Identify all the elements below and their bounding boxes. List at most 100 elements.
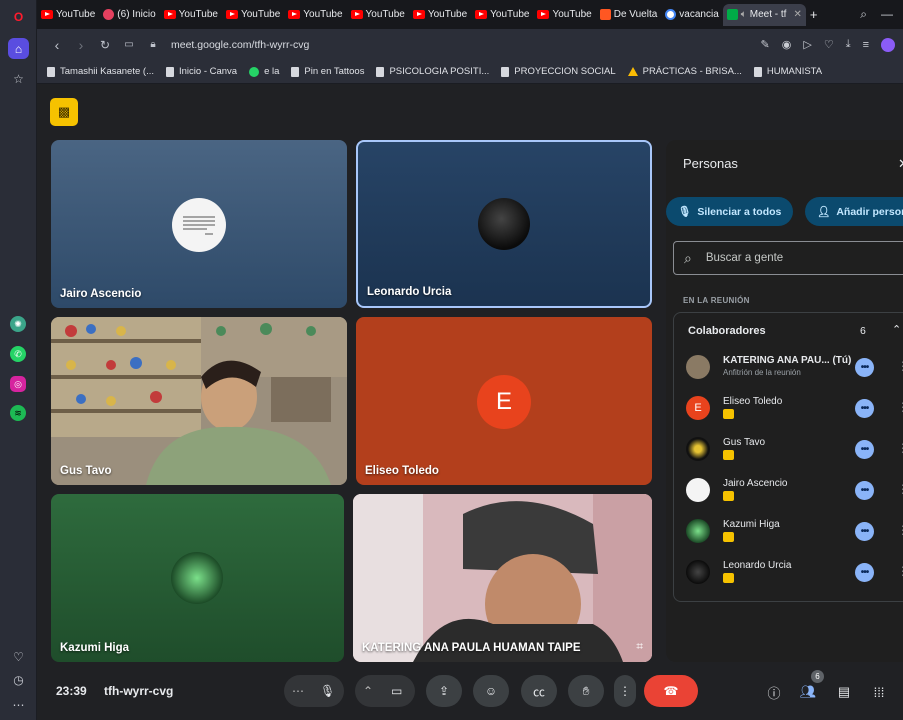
tab-youtube[interactable]: YouTube	[222, 4, 284, 26]
bookmark[interactable]: Pin en Tattoos	[291, 66, 364, 77]
search-tabs-icon[interactable]: ⌕	[860, 7, 867, 22]
participant-tile[interactable]: Jairo Ascencio	[51, 140, 347, 308]
self-video-tile[interactable]: KATERING ANA PAULA HUAMAN TAIPE ⌗	[353, 494, 652, 662]
present-button[interactable]: ⇪	[426, 675, 462, 707]
address-bar: ‹ › ↻ ▭ 🔒︎ meet.google.com/tfh-wyrr-cvg …	[37, 29, 903, 60]
more-audio-icon[interactable]: ⋯	[292, 684, 304, 698]
meet-controls-bar: 23:39 tfh-wyrr-cvg ⋯ 🎙︎ ⌃ ▭ ⇪ ☺ ㏄ ✋︎ ⋮ ☎…	[37, 668, 903, 720]
crop-icon[interactable]: ⌗	[636, 639, 643, 654]
tab-youtube[interactable]: YouTube	[284, 4, 346, 26]
youtube-icon	[288, 10, 301, 19]
chevron-up-icon[interactable]: ⌃	[363, 684, 373, 698]
participant-name: Gus Tavo	[60, 465, 112, 477]
captions-button[interactable]: ㏄	[521, 675, 557, 707]
meeting-info-icon[interactable]: ⓘ	[764, 682, 784, 702]
reload-icon[interactable]: ↻	[93, 38, 117, 52]
profile-avatar[interactable]	[881, 37, 895, 52]
chat-icon[interactable]: ▤	[834, 682, 854, 702]
history-icon[interactable]: ◷	[8, 669, 29, 690]
people-count-badge: 6	[811, 670, 824, 683]
camera-off-icon[interactable]: ▩	[50, 98, 78, 126]
more-options-button[interactable]: ⋮	[614, 675, 636, 707]
bookmark[interactable]: PRÁCTICAS - BRISA...	[627, 66, 742, 77]
url-field[interactable]: meet.google.com/tfh-wyrr-cvg	[171, 39, 309, 51]
group-count: 6	[860, 325, 866, 337]
tab-youtube[interactable]: YouTube	[471, 4, 533, 26]
home-icon[interactable]: ⌂	[8, 38, 29, 59]
camera-icon[interactable]: ▭	[391, 684, 402, 698]
end-call-button[interactable]: ☎︎	[644, 675, 698, 707]
tab-youtube[interactable]: YouTube	[160, 4, 222, 26]
close-tab-icon[interactable]: ✕	[793, 9, 801, 20]
participant-avatar	[686, 478, 710, 502]
opera-logo-icon[interactable]: O	[8, 6, 29, 27]
star-icon[interactable]: ☆	[8, 68, 29, 89]
menu-icon[interactable]: ≡	[863, 39, 869, 51]
tab-meet[interactable]: 🔈︎ Meet - tf ✕	[722, 3, 806, 26]
participant-tile[interactable]: Kazumi Higa	[51, 494, 344, 662]
chatgpt-icon[interactable]: ✺	[10, 316, 26, 332]
close-panel-icon[interactable]: ✕	[898, 156, 903, 172]
snapshot-icon[interactable]: ◉	[782, 38, 792, 51]
chevron-up-icon[interactable]: ⌃	[892, 323, 901, 336]
google-icon	[665, 9, 677, 20]
kebab-menu-icon[interactable]: ⋮	[897, 523, 903, 537]
panel-title: Personas	[683, 156, 738, 171]
bookmark[interactable]: Tamashii Kasanete (...	[47, 66, 154, 77]
whatsapp-icon[interactable]: ✆	[10, 346, 26, 362]
speaker-icon: 🔈︎	[740, 9, 747, 20]
spotify-icon[interactable]: ≋	[10, 405, 26, 421]
group-label[interactable]: Colaboradores	[688, 325, 766, 337]
heart-icon[interactable]: ♡	[824, 38, 834, 51]
tab-vacancia[interactable]: vacancia	[661, 4, 722, 26]
activities-icon[interactable]: ⁞⁞⁞	[869, 682, 889, 702]
participant-tile-active-speaker[interactable]: Leonardo Urcia	[356, 140, 652, 308]
participant-video-tile[interactable]: Gus Tavo	[51, 317, 347, 485]
camera-off-badge-icon	[723, 532, 734, 542]
more-options-button[interactable]: •••	[855, 481, 874, 500]
camera-site-icon[interactable]: ▭	[117, 39, 141, 50]
people-icon[interactable]: 👥︎	[798, 682, 818, 702]
kebab-menu-icon[interactable]: ⋮	[897, 400, 903, 414]
add-people-button[interactable]: 👤︎ Añadir person	[805, 197, 903, 226]
tab-inicio[interactable]: (6) Inicio	[99, 4, 159, 26]
kebab-menu-icon[interactable]: ⋮	[897, 564, 903, 578]
more-options-button[interactable]: •••	[855, 358, 874, 377]
back-icon[interactable]: ‹	[45, 37, 69, 53]
tab-de-vuelta[interactable]: De Vuelta	[596, 4, 662, 26]
more-options-button[interactable]: •••	[855, 563, 874, 582]
new-tab-button[interactable]: +	[806, 4, 822, 26]
forward-icon[interactable]: ›	[69, 37, 93, 53]
bookmark[interactable]: Inicio - Canva	[166, 66, 237, 77]
play-icon[interactable]: ▷	[803, 38, 811, 51]
search-people-input[interactable]: ⌕ Buscar a gente	[673, 241, 903, 275]
kebab-menu-icon[interactable]: ⋮	[897, 482, 903, 496]
tab-youtube[interactable]: YouTube	[347, 4, 409, 26]
minimize-icon[interactable]: —	[881, 7, 893, 22]
bookmark[interactable]: PROYECCION SOCIAL	[501, 66, 616, 77]
more-options-button[interactable]: •••	[855, 399, 874, 418]
mute-all-button[interactable]: 🎙︎ Silenciar a todos	[666, 197, 794, 226]
kebab-menu-icon[interactable]: ⋮	[897, 359, 903, 373]
lock-icon[interactable]: 🔒︎	[141, 39, 165, 50]
tab-youtube[interactable]: YouTube	[533, 4, 595, 26]
bookmark[interactable]: HUMANISTA	[753, 66, 822, 77]
emoji-button[interactable]: ☺	[473, 675, 509, 707]
bookmark[interactable]: PSICOLOGIA POSITI...	[376, 66, 489, 77]
more-options-button[interactable]: •••	[855, 522, 874, 541]
participant-tile[interactable]: E Eliseo Toledo	[356, 317, 652, 485]
tab-youtube[interactable]: YouTube	[409, 4, 471, 26]
participant-row: Jairo Ascencio ••• ⋮	[686, 474, 903, 508]
more-icon[interactable]: ⋯	[8, 694, 29, 715]
raise-hand-button[interactable]: ✋︎	[568, 675, 604, 707]
bookmark[interactable]: e la	[249, 66, 279, 77]
more-options-button[interactable]: •••	[855, 440, 874, 459]
instagram-icon[interactable]: ◎	[10, 376, 26, 392]
participant-row: Kazumi Higa ••• ⋮	[686, 515, 903, 549]
mic-icon[interactable]: 🎙︎	[320, 684, 335, 698]
tab-youtube[interactable]: YouTube	[37, 4, 99, 26]
heart-icon[interactable]: ♡	[8, 646, 29, 667]
kebab-menu-icon[interactable]: ⋮	[897, 441, 903, 455]
edit-icon[interactable]: ✎	[761, 38, 770, 51]
download-icon[interactable]: ⤓	[846, 38, 851, 51]
